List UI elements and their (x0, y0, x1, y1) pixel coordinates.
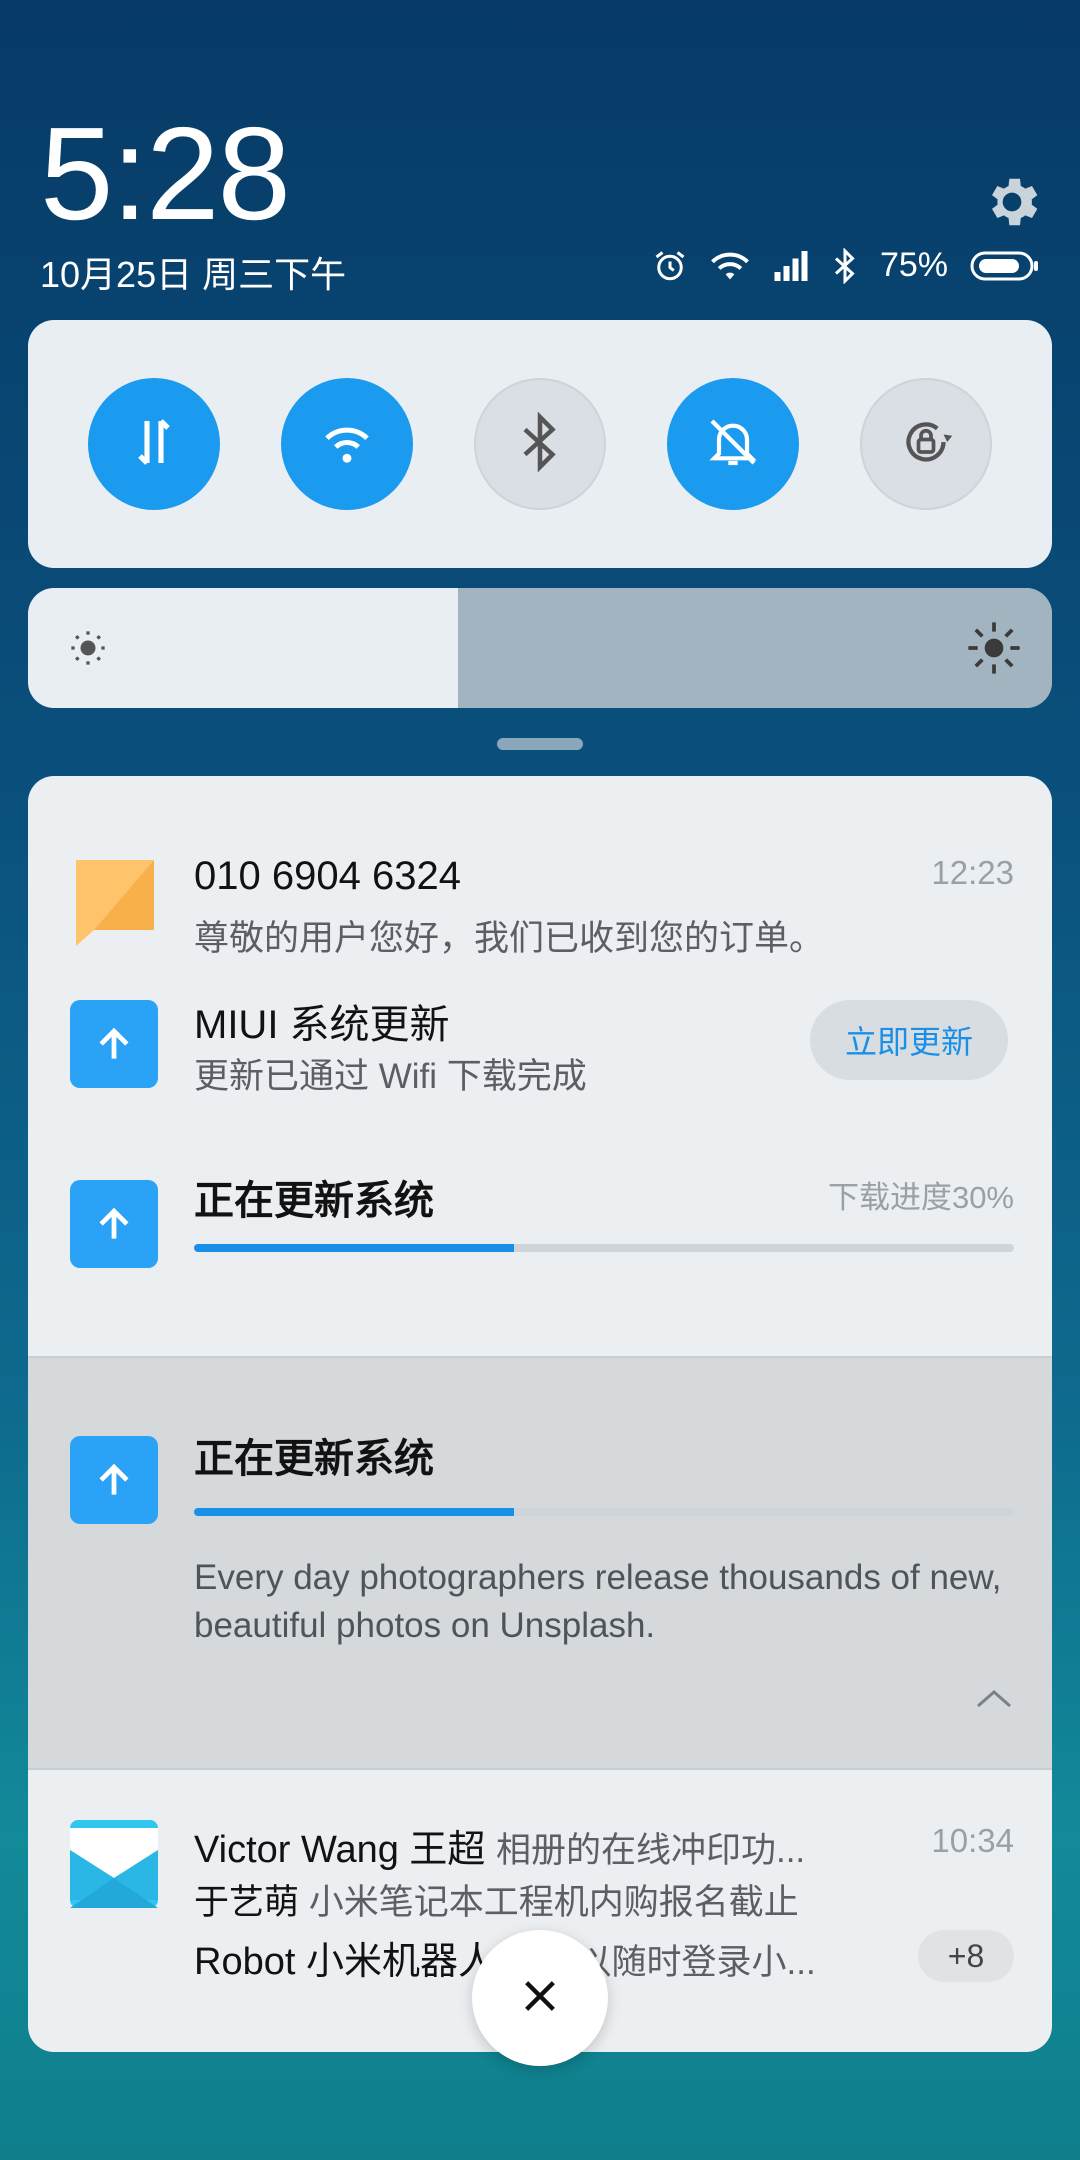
download-progress-bar (194, 1244, 1014, 1252)
bluetooth-icon (520, 411, 560, 477)
mail-line: 于艺萌 小米笔记本工程机内购报名截止 (194, 1874, 799, 1925)
alarm-icon (652, 248, 688, 284)
brightness-high-icon (966, 620, 1022, 681)
signal-icon (772, 250, 810, 281)
close-icon (520, 1976, 560, 2021)
bell-off-icon (705, 414, 761, 475)
sms-notification[interactable]: 010 6904 6324 尊敬的用户您好，我们已收到您的订单。 12:23 (28, 776, 1052, 958)
brightness-level (458, 588, 1052, 708)
mail-sender: Victor Wang 王超 (194, 1829, 486, 1871)
sms-message: 尊敬的用户您好，我们已收到您的订单。 (194, 919, 825, 958)
wifi-toggle[interactable] (281, 378, 414, 510)
rotation-lock-toggle[interactable] (859, 378, 992, 510)
bluetooth-status-icon (832, 247, 858, 284)
update-now-button[interactable]: 立即更新 (810, 1000, 1008, 1080)
update-app-icon (70, 1000, 158, 1088)
sms-time: 12:23 (931, 854, 1014, 891)
battery-percentage: 75% (879, 246, 948, 284)
mobile-data-toggle[interactable] (88, 378, 221, 510)
message-app-icon (72, 856, 158, 948)
quick-settings-panel (28, 320, 1052, 568)
date-label: 10月25日 周三下午 (40, 254, 347, 295)
more-mail-badge: +8 (918, 1930, 1014, 1982)
bluetooth-toggle[interactable] (473, 378, 606, 510)
data-arrows-icon (126, 414, 182, 475)
mail-sender: 于艺萌 (194, 1883, 300, 1922)
wifi-icon (317, 417, 377, 472)
miui-update-notification[interactable]: MIUI 系统更新 更新已通过 Wifi 下载完成 立即更新 (28, 956, 1052, 1136)
download-progress-label: 下载进度30% (827, 1180, 1014, 1215)
mail-sender: Robot 小米机器人 (194, 1941, 496, 1983)
miui-update-title: MIUI 系统更新 (194, 1003, 450, 1047)
collapse-chevron-icon[interactable] (974, 1684, 1014, 1717)
wifi-icon (710, 249, 750, 283)
settings-gear-icon[interactable] (980, 170, 1044, 234)
mail-preview: 小米笔记本工程机内购报名截止 (308, 1883, 799, 1922)
download-progress-bar (194, 1508, 1014, 1516)
battery-icon (970, 249, 1040, 283)
silent-mode-toggle[interactable] (666, 378, 799, 510)
mail-preview: 相册的在线冲印功... (495, 1831, 806, 1870)
progress-fill (194, 1244, 514, 1252)
progress-fill (194, 1508, 514, 1516)
update-app-icon (70, 1180, 158, 1268)
panel-drag-handle[interactable] (497, 738, 583, 750)
system-updating-expanded-notification[interactable]: 正在更新系统 Every day photographers release t… (28, 1356, 1052, 1770)
updating-expanded-title: 正在更新系统 (194, 1437, 434, 1481)
brightness-low-icon (68, 628, 108, 673)
brightness-slider[interactable] (28, 588, 1052, 708)
status-bar: 75% (652, 246, 1040, 285)
update-app-icon (70, 1436, 158, 1524)
mail-line: Victor Wang 王超 相册的在线冲印功... (194, 1818, 805, 1873)
updating-title: 正在更新系统 (194, 1179, 434, 1223)
mail-time: 10:34 (931, 1822, 1014, 1859)
clear-all-button[interactable] (472, 1930, 608, 2066)
update-description: Every day photographers release thousand… (194, 1558, 1002, 1645)
sms-sender: 010 6904 6324 (194, 854, 461, 898)
notification-panel: 010 6904 6324 尊敬的用户您好，我们已收到您的订单。 12:23 M… (28, 776, 1052, 2052)
miui-update-subtitle: 更新已通过 Wifi 下载完成 (194, 1057, 587, 1096)
rotation-lock-icon (896, 412, 956, 477)
mail-app-icon (70, 1820, 158, 1908)
system-updating-notification[interactable]: 正在更新系统 下载进度30% (28, 1136, 1052, 1356)
clock-time: 5:28 (40, 100, 291, 247)
